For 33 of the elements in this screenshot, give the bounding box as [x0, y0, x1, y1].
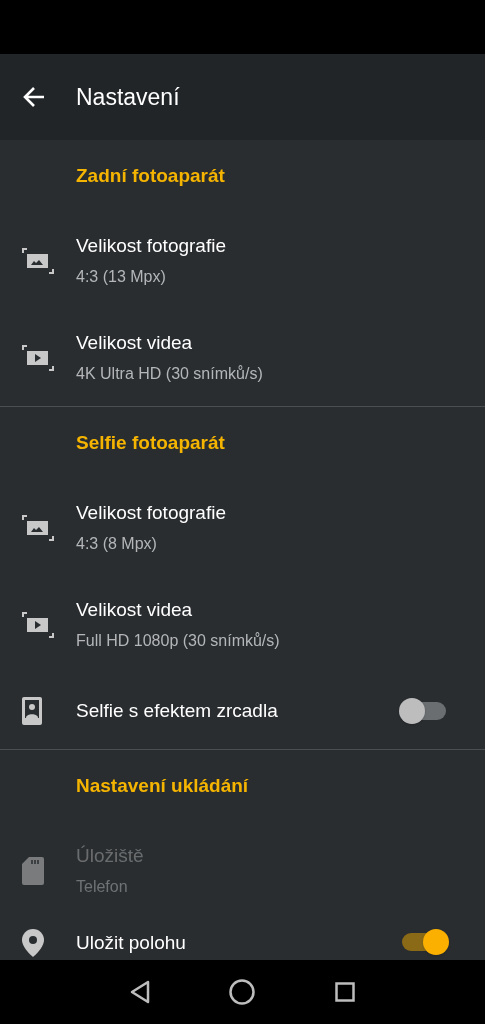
item-title: Velikost fotografie	[76, 234, 227, 259]
settings-item[interactable]: Uložit polohu	[0, 919, 485, 960]
item-title: Selfie s efektem zrcadla	[76, 698, 279, 723]
sd-card-icon	[22, 856, 44, 885]
item-subtitle: 4:3 (13 Mpx)	[76, 266, 167, 287]
section-header: Selfie fotoaparát	[76, 430, 225, 455]
settings-item[interactable]: Velikost fotografie 4:3 (8 Mpx)	[0, 479, 485, 576]
screen-title: Nastavení	[76, 82, 180, 112]
settings-item[interactable]: Velikost videa 4K Ultra HD (30 snímků/s)	[0, 309, 485, 406]
back-triangle-icon[interactable]	[129, 980, 150, 1004]
photo-size-icon	[22, 514, 54, 541]
section-header: Nastavení ukládání	[76, 773, 249, 798]
item-title: Velikost videa	[76, 331, 194, 356]
item-subtitle: Telefon	[76, 876, 129, 897]
item-subtitle: Full HD 1080p (30 snímků/s)	[76, 630, 281, 651]
settings-item[interactable]: Selfie s efektem zrcadla	[0, 673, 485, 749]
photo-size-icon	[22, 247, 54, 274]
settings-item[interactable]: Velikost videa Full HD 1080p (30 snímků/s)	[0, 576, 485, 673]
settings-item[interactable]: Velikost fotografie 4:3 (13 Mpx)	[0, 212, 485, 309]
item-subtitle: 4:3 (8 Mpx)	[76, 533, 158, 554]
video-size-icon	[22, 344, 54, 371]
video-size-icon	[22, 611, 54, 638]
item-title: Úložiště	[76, 844, 145, 869]
location-pin-icon	[22, 929, 44, 957]
item-title: Velikost fotografie	[76, 501, 227, 526]
section-header: Zadní fotoaparát	[76, 163, 225, 188]
back-arrow-icon[interactable]	[22, 85, 46, 109]
recents-square-icon[interactable]	[335, 982, 356, 1002]
home-circle-icon[interactable]	[229, 979, 256, 1005]
portrait-icon	[22, 697, 42, 725]
item-title: Velikost videa	[76, 598, 194, 623]
item-title: Uložit polohu	[76, 931, 187, 955]
item-subtitle: 4K Ultra HD (30 snímků/s)	[76, 363, 264, 384]
